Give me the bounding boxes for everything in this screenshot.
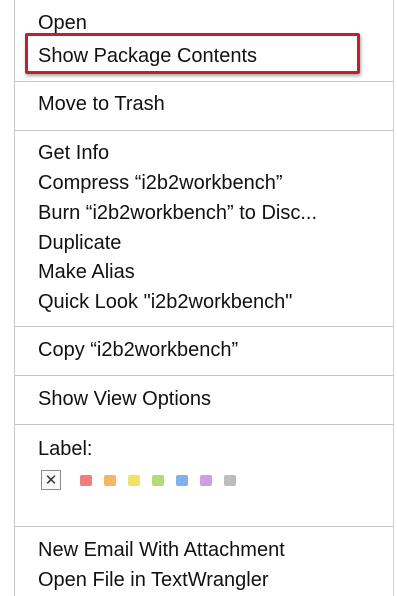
label-gray-swatch[interactable] <box>224 475 236 486</box>
menu-item-compress[interactable]: Compress “i2b2workbench” <box>38 171 283 195</box>
label-orange-swatch[interactable] <box>104 475 116 486</box>
menu-item-get-info[interactable]: Get Info <box>38 141 109 165</box>
menu-item-open-in-textwrangler[interactable]: Open File in TextWrangler <box>38 568 268 592</box>
context-menu: Open Show Package Contents Move to Trash… <box>0 0 397 596</box>
label-blue-swatch[interactable] <box>176 475 188 486</box>
menu-right-border <box>393 0 394 596</box>
menu-separator <box>15 424 393 425</box>
menu-separator <box>15 526 393 527</box>
menu-item-make-alias[interactable]: Make Alias <box>38 260 135 284</box>
label-yellow-swatch[interactable] <box>128 475 140 486</box>
label-none-icon[interactable]: ✕ <box>41 470 61 490</box>
menu-separator <box>15 81 393 82</box>
label-section-title: Label: <box>38 438 93 460</box>
menu-item-open[interactable]: Open <box>38 11 87 35</box>
menu-item-move-to-trash[interactable]: Move to Trash <box>38 92 165 116</box>
menu-item-copy[interactable]: Copy “i2b2workbench” <box>38 338 238 362</box>
menu-item-show-view-options[interactable]: Show View Options <box>38 387 211 411</box>
label-purple-swatch[interactable] <box>200 475 212 486</box>
menu-separator <box>15 375 393 376</box>
menu-separator <box>15 326 393 327</box>
menu-separator <box>15 130 393 131</box>
menu-item-quick-look[interactable]: Quick Look "i2b2workbench" <box>38 290 292 314</box>
menu-item-duplicate[interactable]: Duplicate <box>38 231 121 255</box>
label-green-swatch[interactable] <box>152 475 164 486</box>
menu-item-new-email-with-attachment[interactable]: New Email With Attachment <box>38 538 285 562</box>
menu-item-burn-to-disc[interactable]: Burn “i2b2workbench” to Disc... <box>38 201 317 225</box>
label-red-swatch[interactable] <box>80 475 92 486</box>
menu-left-border <box>14 0 15 596</box>
menu-item-show-package-contents[interactable]: Show Package Contents <box>38 44 257 68</box>
